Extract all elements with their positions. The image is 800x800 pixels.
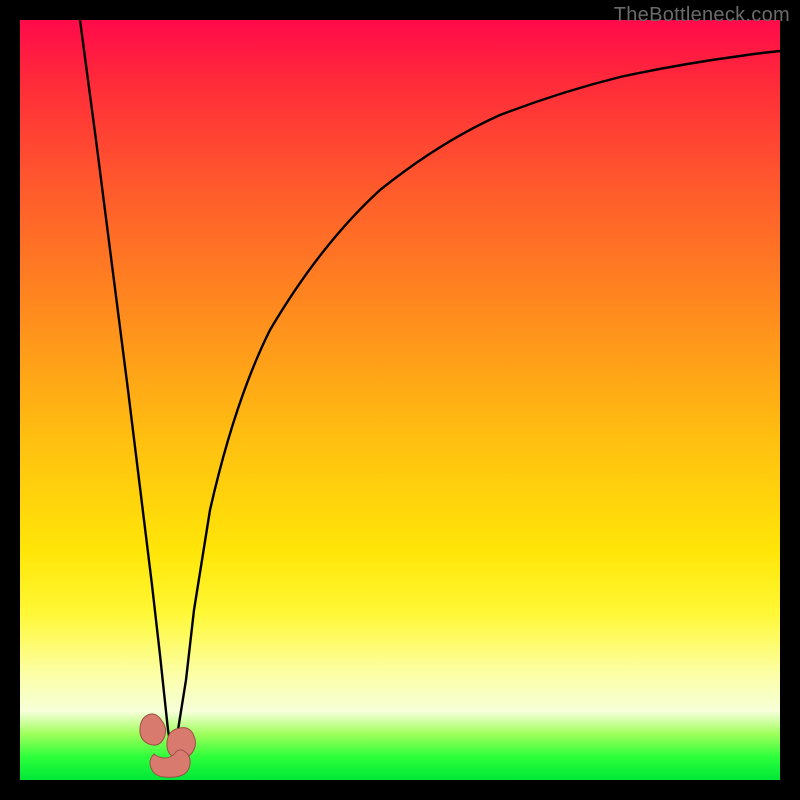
chart-frame: TheBottleneck.com — [0, 0, 800, 800]
bottleneck-curve — [80, 20, 780, 755]
chart-overlay — [20, 20, 780, 780]
min-left-blob — [140, 714, 166, 745]
